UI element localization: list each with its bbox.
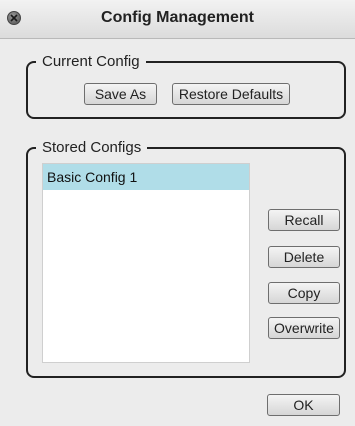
stored-configs-group: Stored Configs Basic Config 1 Recall Del… xyxy=(26,139,346,378)
ok-button[interactable]: OK xyxy=(267,394,340,416)
title-bar: Config Management xyxy=(0,0,355,39)
stored-configs-legend: Stored Configs xyxy=(36,139,148,157)
current-config-group: Current Config Save As Restore Defaults xyxy=(26,53,346,119)
save-as-button[interactable]: Save As xyxy=(84,83,157,105)
recall-button[interactable]: Recall xyxy=(268,209,340,231)
copy-button[interactable]: Copy xyxy=(268,282,340,304)
stored-configs-list[interactable]: Basic Config 1 xyxy=(42,163,250,363)
delete-button[interactable]: Delete xyxy=(268,246,340,268)
window-title: Config Management xyxy=(101,9,254,26)
overwrite-button[interactable]: Overwrite xyxy=(268,317,340,339)
restore-defaults-button[interactable]: Restore Defaults xyxy=(172,83,290,105)
current-config-legend: Current Config xyxy=(36,53,146,71)
list-item[interactable]: Basic Config 1 xyxy=(43,164,249,190)
